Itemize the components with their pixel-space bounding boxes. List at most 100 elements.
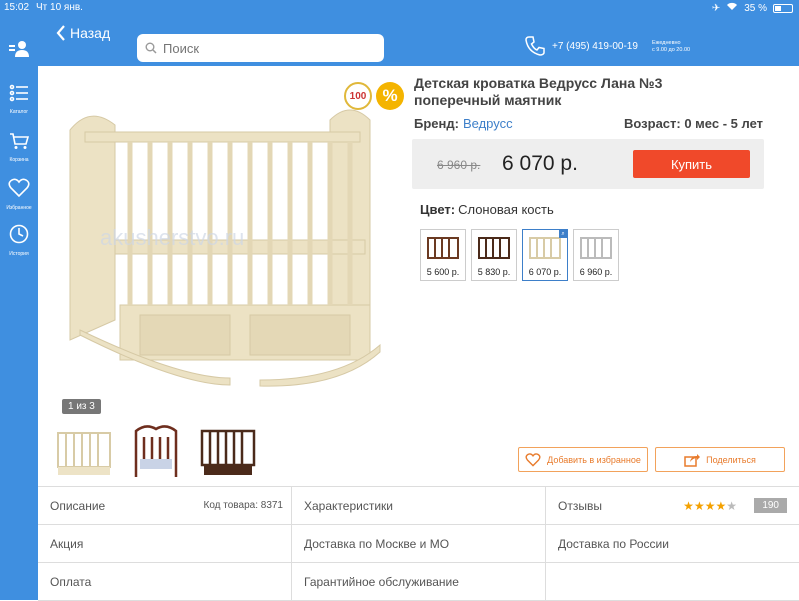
color-value: Слоновая кость <box>458 202 554 217</box>
star-icon: ★ <box>704 498 716 513</box>
share-icon <box>684 453 701 467</box>
phone-number: +7 (495) 419-00-19 <box>552 40 638 52</box>
age-range: Возраст: 0 мес - 5 лет <box>624 116 763 131</box>
row-delivery-moscow[interactable]: Доставка по Москве и МО <box>292 525 546 563</box>
review-count: 190 <box>754 498 787 513</box>
star-icon: ★ <box>693 498 705 513</box>
swatch-price: 5 600 р. <box>426 267 460 277</box>
delivery-moscow-label: Доставка по Москве и МО <box>304 536 450 551</box>
working-hours: Ежедневно с 9.00 до 20.00 <box>652 40 690 54</box>
sidebar-label-catalog: Каталог <box>9 109 29 115</box>
search-bar[interactable] <box>137 34 384 62</box>
cart-icon <box>10 133 30 149</box>
brand-label: Бренд: <box>414 116 459 131</box>
row-specs[interactable]: Характеристики <box>292 487 546 525</box>
star-icon: ★ <box>683 498 694 513</box>
brand-row: Бренд: Ведрусс <box>414 116 513 131</box>
wifi-icon <box>726 2 738 14</box>
star-icon: ★ <box>715 498 727 513</box>
phone-icon <box>525 36 545 56</box>
selected-flag-icon: ⌕ <box>559 230 567 238</box>
status-time: 15:02 <box>4 2 30 13</box>
heart-icon <box>525 452 541 467</box>
airplane-icon: ✈ <box>711 2 721 14</box>
thumbnail-2[interactable] <box>126 423 186 479</box>
hours-line2: с 9.00 до 20.00 <box>652 47 691 53</box>
share-label: Поделиться <box>706 454 756 465</box>
discount-badge: % <box>376 82 404 110</box>
swatch-price: 6 070 р. <box>528 267 562 277</box>
share-button[interactable]: Поделиться <box>655 447 785 472</box>
old-price: 6 960 р. <box>437 158 481 172</box>
swatch-price: 5 830 р. <box>477 267 511 277</box>
row-empty <box>546 563 799 601</box>
brand-link[interactable]: Ведрусс <box>463 116 513 131</box>
search-icon <box>145 42 157 54</box>
payment-label: Оплата <box>50 574 92 589</box>
product-title-line2: поперечный маятник <box>414 92 562 108</box>
add-to-favorites-label: Добавить в избранное <box>547 454 641 465</box>
sidebar-item-cart[interactable]: Корзина <box>0 132 38 163</box>
battery-percent: 35 % <box>744 2 767 14</box>
row-description[interactable]: Описание Код товара: 8371 <box>38 487 292 525</box>
specs-label: Характеристики <box>304 498 393 513</box>
sidebar-item-favorites[interactable]: Избранное <box>0 178 38 211</box>
swatch-4[interactable]: 6 960 р. <box>573 229 619 281</box>
description-label: Описание <box>50 498 106 513</box>
phone-link[interactable]: +7 (495) 419-00-19 <box>524 35 638 57</box>
sidebar-label-cart: Корзина <box>9 157 29 163</box>
row-warranty[interactable]: Гарантийное обслуживание <box>292 563 546 601</box>
sidebar-label-favorites: Избранное <box>6 205 32 211</box>
star-empty-icon: ★ <box>726 498 737 513</box>
heart-icon <box>8 178 30 198</box>
swatch-price: 6 960 р. <box>579 267 613 277</box>
back-button[interactable]: Назад <box>56 25 110 41</box>
product-photo[interactable]: akusherstvo.ru <box>60 90 390 390</box>
reviews-label: Отзывы <box>558 498 602 513</box>
clock-icon <box>9 224 29 244</box>
sidebar-item-account[interactable] <box>0 40 38 63</box>
promo-label: Акция <box>50 536 84 551</box>
row-delivery-russia[interactable]: Доставка по России <box>546 525 799 563</box>
warranty-label: Гарантийное обслуживание <box>304 574 459 589</box>
add-to-favorites-button[interactable]: Добавить в избранное <box>518 447 648 472</box>
hours-line1: Ежедневно <box>652 40 681 46</box>
swatch-3-selected[interactable]: ⌕ 6 070 р. <box>522 229 568 281</box>
product-title: Детская кроватка Ведрусс Лана №3 попереч… <box>414 75 774 109</box>
row-payment[interactable]: Оплата <box>38 563 292 601</box>
sidebar-item-history[interactable]: История <box>0 224 38 257</box>
swatch-1[interactable]: 5 600 р. <box>420 229 466 281</box>
chevron-left-icon <box>56 25 65 41</box>
thumbnail-strip <box>54 423 258 479</box>
buy-button[interactable]: Купить <box>633 150 750 178</box>
status-bar: 15:02 Чт 10 янв. ✈ 35 % <box>0 0 799 16</box>
thumbnail-1[interactable] <box>54 423 114 479</box>
sidebar-label-history: История <box>9 251 29 257</box>
color-label: Цвет: <box>420 202 456 217</box>
status-date: Чт 10 янв. <box>36 2 83 13</box>
price-box: 6 960 р. 6 070 р. Купить <box>412 139 764 189</box>
rating-stars: ★★★★★ <box>683 499 737 513</box>
color-row: Цвет: Слоновая кость <box>420 202 554 217</box>
thumbnail-3[interactable] <box>198 423 258 479</box>
product-code: Код товара: 8371 <box>203 500 284 511</box>
sidebar: Каталог Корзина Избранное История <box>0 41 38 600</box>
photo-counter: 1 из 3 <box>62 399 101 414</box>
color-swatches: 5 600 р. 5 830 р. ⌕ 6 070 р. 6 960 р. <box>420 229 619 281</box>
swatch-2[interactable]: 5 830 р. <box>471 229 517 281</box>
user-icon <box>9 41 29 57</box>
quality-badge-text: 100 <box>349 90 367 102</box>
watermark-text: akusherstvo.ru <box>100 225 244 250</box>
back-label: Назад <box>70 25 111 41</box>
catalog-icon <box>9 84 28 102</box>
product-title-line1: Детская кроватка Ведрусс Лана №3 <box>414 75 663 91</box>
row-reviews[interactable]: Отзывы ★★★★★ 190 <box>546 487 799 525</box>
discount-badge-text: % <box>382 86 398 105</box>
battery-icon <box>773 3 793 13</box>
current-price: 6 070 р. <box>502 152 578 175</box>
search-input[interactable] <box>163 40 363 56</box>
row-promo[interactable]: Акция <box>38 525 292 563</box>
info-table: Описание Код товара: 8371 Характеристики… <box>38 486 799 601</box>
sidebar-item-catalog[interactable]: Каталог <box>0 84 38 115</box>
quality-badge: 100 <box>344 82 372 110</box>
